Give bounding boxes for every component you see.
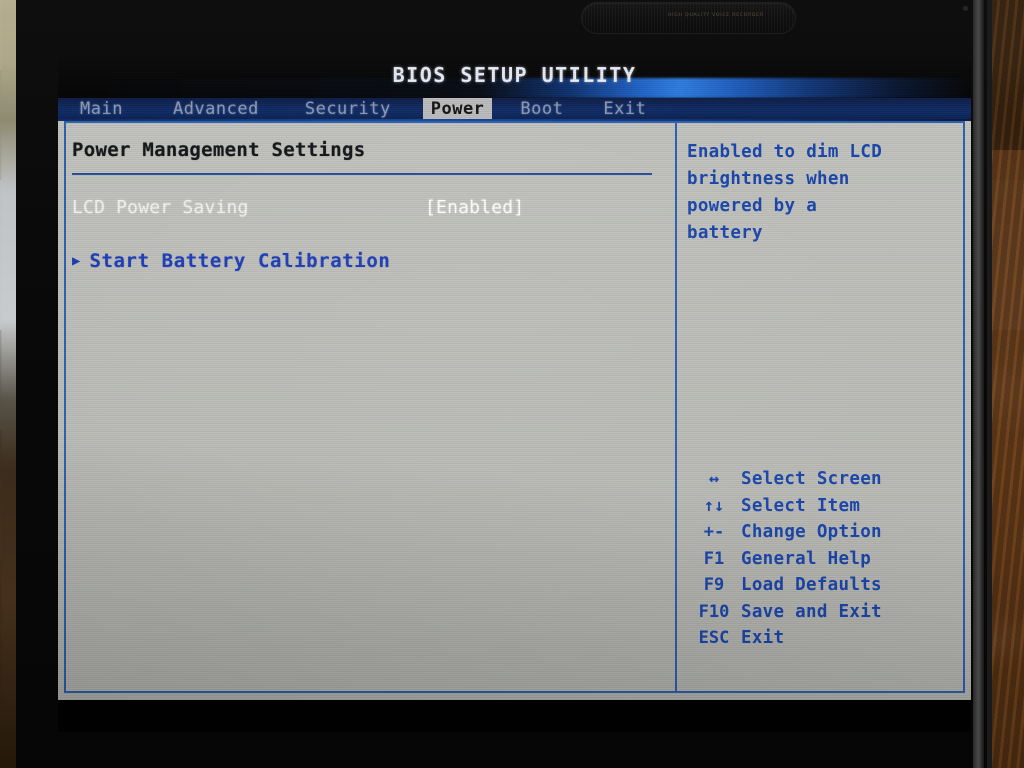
speaker-label-text: HIGH QUALITY VOICE RECORDER xyxy=(668,13,764,18)
laptop-chassis: HIGH QUALITY VOICE RECORDER BIOS SETUP U… xyxy=(16,0,992,768)
key-glyph-icon: ↔ xyxy=(708,469,720,489)
menu-tab-advanced[interactable]: Advanced xyxy=(165,98,267,120)
key-legend-row: ↑↓ Select Item xyxy=(687,496,959,523)
key-glyph-icon: F9 xyxy=(703,575,725,595)
key-description: Save and Exit xyxy=(741,601,882,622)
key-description: Change Option xyxy=(741,522,882,542)
key-glyph-icon: F10 xyxy=(698,601,730,622)
page-title: BIOS SETUP UTILITY xyxy=(392,63,637,87)
key-glyph-icon: F1 xyxy=(703,548,725,569)
key-description: Select Screen xyxy=(741,469,882,489)
panel-vertical-divider xyxy=(675,121,677,693)
menu-tab-boot[interactable]: Boot xyxy=(512,98,571,120)
menu-tab-main[interactable]: Main xyxy=(72,98,131,120)
key-legend-row: F10 Save and Exit xyxy=(687,602,959,629)
menu-tab-security[interactable]: Security xyxy=(297,98,399,120)
help-text-line: brightness when xyxy=(687,169,850,189)
menu-tab-exit[interactable]: Exit xyxy=(595,98,654,120)
content-area: Power Management Settings LCD Power Savi… xyxy=(58,121,971,700)
key-glyph-icon: +- xyxy=(703,522,725,542)
key-description: General Help xyxy=(741,548,872,569)
bios-title-bar: BIOS SETUP UTILITY xyxy=(58,58,971,98)
settings-column: Power Management Settings LCD Power Savi… xyxy=(72,139,668,272)
settings-heading: Power Management Settings xyxy=(72,139,366,161)
lcd-screen: BIOS SETUP UTILITY Main Advanced Security P… xyxy=(58,58,971,732)
bezel-screw-dot xyxy=(963,6,968,11)
key-glyph-icon: ↑↓ xyxy=(703,495,725,516)
help-text-line: Enabled to dim LCD xyxy=(687,142,883,162)
heading-rule xyxy=(72,173,652,175)
key-legend: ↔ Select Screen ↑↓ Select Item +- Change Opti… xyxy=(687,469,959,655)
setting-value[interactable]: [Enabled] xyxy=(425,197,524,218)
setting-row-lcd-power-saving[interactable]: LCD Power Saving [Enabled] xyxy=(72,197,668,218)
menu-tab-power[interactable]: Power xyxy=(422,98,493,120)
help-text-line: powered by a xyxy=(687,196,818,216)
menu-bar[interactable]: Main Advanced Security Power Boot Exit xyxy=(58,98,971,120)
bezel-edge-highlight xyxy=(973,0,984,768)
help-text-line: battery xyxy=(687,223,763,243)
triangle-right-icon: ▶ xyxy=(72,253,81,269)
key-legend-row: F9 Load Defaults xyxy=(687,575,959,602)
key-legend-row: ESC Exit xyxy=(687,628,959,655)
key-legend-row: ↔ Select Screen xyxy=(687,469,959,496)
options-list: LCD Power Saving [Enabled] xyxy=(72,197,668,218)
help-panel: Enabled to dim LCD brightness when powered… xyxy=(687,139,959,247)
submenu-item-label: Start Battery Calibration xyxy=(89,250,391,272)
key-glyph-icon: ESC xyxy=(698,628,730,648)
key-legend-row: +- Change Option xyxy=(687,522,959,549)
key-description: Exit xyxy=(741,628,785,648)
submenu-item-start-battery-calibration[interactable]: ▶ Start Battery Calibration xyxy=(72,250,668,272)
key-description: Select Item xyxy=(741,495,861,516)
setting-label: LCD Power Saving xyxy=(72,197,249,218)
key-description: Load Defaults xyxy=(741,575,882,595)
key-legend-row: F1 General Help xyxy=(687,549,959,576)
speaker-grille xyxy=(581,2,796,34)
